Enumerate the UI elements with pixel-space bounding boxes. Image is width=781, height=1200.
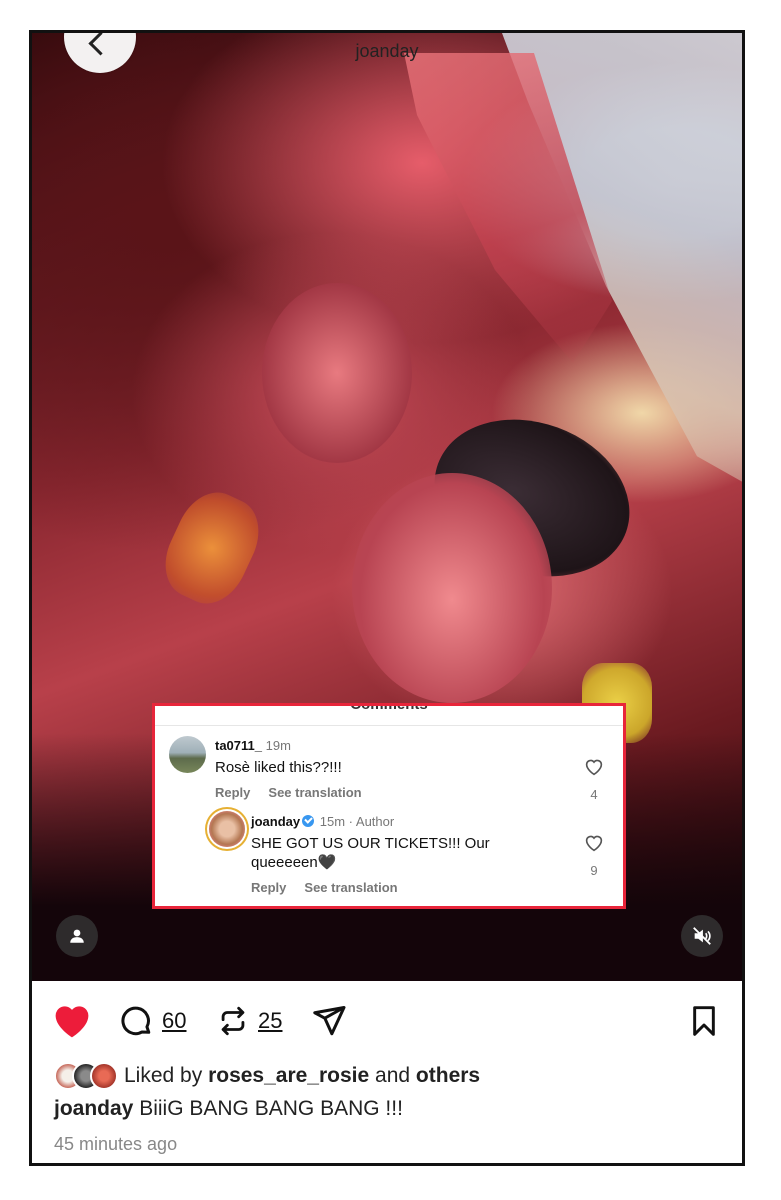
share-button[interactable] — [310, 1001, 348, 1041]
comment-1-like-count: 4 — [590, 787, 598, 802]
liked-by-line[interactable]: Liked by roses_are_rosie and others — [54, 1061, 480, 1091]
mute-icon — [693, 927, 711, 945]
post-caption: joanday BiiiG BANG BANG BANG !!! — [54, 1097, 403, 1121]
comment-button[interactable]: 60 — [118, 1001, 186, 1041]
post-frame: joanday Comments ta0711_ 19m Rosè liked … — [29, 30, 745, 1166]
see-translation-link[interactable]: See translation — [304, 880, 397, 895]
repost-button[interactable]: 25 — [216, 1001, 282, 1041]
comment-1-actions: Reply See translation — [215, 785, 380, 800]
liked-by-avatars — [54, 1062, 118, 1090]
liked-by-prefix: Liked by — [124, 1064, 203, 1087]
comment-2-like[interactable]: 9 — [583, 834, 605, 878]
repost-count[interactable]: 25 — [258, 1008, 282, 1034]
heart-icon[interactable] — [584, 758, 604, 776]
see-translation-link[interactable]: See translation — [268, 785, 361, 800]
like-button[interactable] — [52, 1001, 92, 1041]
bookmark-button[interactable] — [688, 1001, 720, 1041]
comment-2-header: joanday 15m · Author — [251, 814, 395, 829]
verified-icon — [302, 815, 315, 827]
comment-2-like-count: 9 — [590, 863, 598, 878]
repost-icon — [221, 1006, 245, 1036]
comment-1-text: Rosè liked this??!!! — [215, 759, 342, 776]
post-actions-bar: 60 25 — [32, 981, 742, 1071]
caption-text: BiiiG BANG BANG BANG !!! — [139, 1097, 403, 1120]
profile-button[interactable] — [56, 915, 98, 957]
photo-lightstick-orange — [152, 481, 272, 615]
comment-2-text: SHE GOT US OUR TICKETS!!! Our queeeeen🖤 — [251, 834, 490, 872]
reply-button[interactable]: Reply — [215, 785, 250, 800]
comment-1-username[interactable]: ta0711_ — [215, 738, 262, 753]
comment-count[interactable]: 60 — [162, 1008, 186, 1034]
liked-by-and: and — [375, 1064, 411, 1087]
post-username[interactable]: joanday — [32, 41, 742, 62]
comment-1-header: ta0711_ 19m — [215, 738, 291, 753]
liked-by-user[interactable]: roses_are_rosie — [208, 1064, 369, 1088]
comments-divider — [155, 725, 623, 726]
share-icon — [313, 1006, 346, 1036]
comments-header: Comments — [350, 703, 428, 713]
heart-icon — [55, 1006, 89, 1038]
mute-button[interactable] — [681, 915, 723, 957]
author-tag: Author — [355, 814, 395, 829]
comment-2-time: 15m — [319, 814, 346, 829]
photo-person-2 — [352, 473, 552, 703]
bookmark-icon — [693, 1006, 715, 1036]
liked-by-others[interactable]: others — [416, 1064, 480, 1088]
comment-2-actions: Reply See translation — [251, 880, 416, 895]
comment-icon — [121, 1006, 151, 1036]
comment-1-time: 19m — [265, 738, 291, 753]
comments-panel: Comments ta0711_ 19m Rosè liked this??!!… — [152, 703, 626, 909]
caption-username[interactable]: joanday — [54, 1097, 133, 1120]
avatar[interactable] — [209, 811, 245, 847]
comment-2-text-line2: queeeeen🖤 — [251, 854, 337, 871]
comment-1-like[interactable]: 4 — [583, 758, 605, 802]
post-timestamp: 45 minutes ago — [54, 1134, 178, 1154]
profile-icon — [70, 929, 84, 943]
comment-2-username[interactable]: joanday — [251, 814, 300, 829]
avatar — [90, 1062, 118, 1090]
reply-button[interactable]: Reply — [251, 880, 286, 895]
heart-icon[interactable] — [584, 834, 604, 852]
comment-2-text-line1: SHE GOT US OUR TICKETS!!! Our — [251, 835, 490, 852]
photo-person-1 — [262, 283, 412, 463]
avatar[interactable] — [169, 736, 206, 773]
